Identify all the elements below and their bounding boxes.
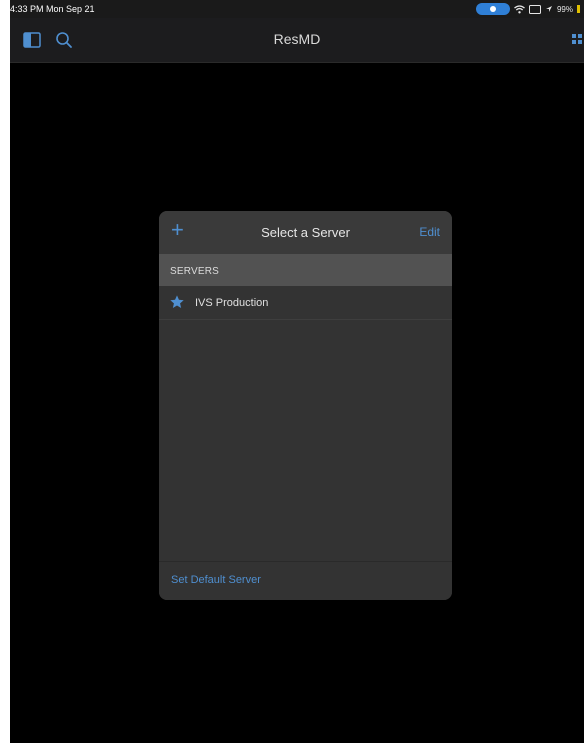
- status-time: 4:33 PM Mon Sep 21: [10, 4, 95, 14]
- servers-section-header: SERVERS: [159, 254, 452, 286]
- app-screen: 4:33 PM Mon Sep 21 99% ResMD + Select a …: [10, 0, 584, 743]
- edit-button[interactable]: Edit: [419, 225, 440, 239]
- grid-menu-icon[interactable]: [570, 30, 584, 50]
- set-default-server-link[interactable]: Set Default Server: [171, 574, 261, 586]
- status-bar: 4:33 PM Mon Sep 21 99%: [10, 0, 584, 18]
- battery-icon: [577, 5, 580, 13]
- battery-percentage: 99%: [556, 4, 573, 14]
- dialog-title: Select a Server: [261, 225, 350, 240]
- top-navigation-bar: ResMD: [10, 18, 584, 63]
- location-pill-icon: [475, 3, 510, 15]
- status-indicators: 99%: [475, 2, 580, 16]
- section-header-label: SERVERS: [170, 266, 220, 277]
- dialog-footer: Set Default Server: [159, 561, 452, 600]
- server-row[interactable]: IVS Production: [159, 286, 452, 320]
- star-icon: [170, 295, 184, 308]
- wifi-icon: [514, 4, 525, 13]
- location-arrow-icon: [545, 6, 552, 12]
- server-name: IVS Production: [195, 297, 269, 309]
- app-title: ResMD: [273, 31, 321, 47]
- select-server-dialog: + Select a Server Edit SERVERS IVS Produ…: [159, 211, 452, 600]
- screen-mirror-icon: [528, 4, 541, 14]
- dialog-header: + Select a Server Edit: [159, 211, 452, 255]
